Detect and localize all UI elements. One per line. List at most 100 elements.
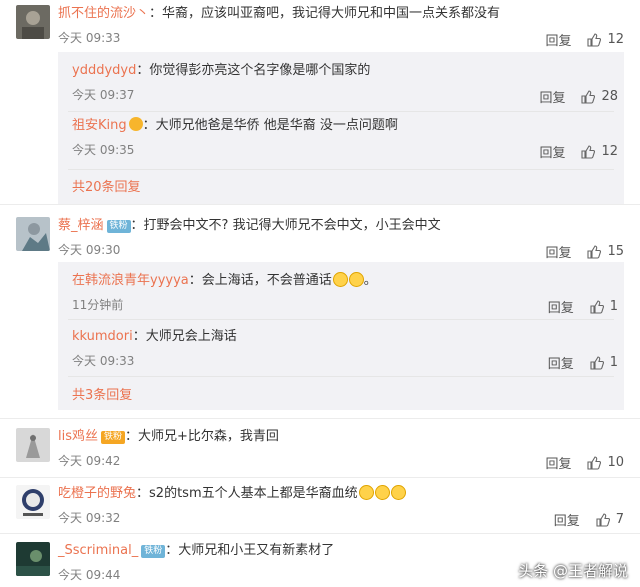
like-button[interactable]: 12 (581, 144, 618, 159)
reply-button[interactable]: 回复 (539, 142, 565, 161)
comment-text: 会上海话，不会普通话 (201, 273, 332, 288)
avatar[interactable] (16, 542, 50, 576)
comment-text: 华裔，应该叫亚裔吧，我记得大师兄和中国一点关系都没有 (162, 6, 501, 21)
separator (0, 418, 640, 419)
username[interactable]: 在韩流浪青年yyyya (72, 273, 189, 288)
like-button[interactable]: 1 (590, 355, 618, 370)
like-button[interactable]: 10 (587, 455, 624, 470)
reply-button[interactable]: 回复 (545, 30, 571, 49)
comment: 吃橙子的野兔：s2的tsm五个人基本上都是华裔血统 今天 09:32 回复 7 (0, 485, 640, 529)
username[interactable]: 祖安King (72, 118, 127, 133)
like-button[interactable]: 12 (587, 32, 624, 47)
divider (68, 319, 614, 320)
comment-text: 打野会中文不? 我记得大师兄不会中文，小王会中文 (143, 218, 441, 233)
comment-text: 你觉得彭亦亮这个名字像是哪个国家的 (149, 63, 371, 78)
avatar[interactable] (16, 217, 50, 251)
fan-badge: 铁粉 (106, 220, 131, 233)
vip-badge-icon (128, 117, 143, 131)
comment-actions: 回复 10 (545, 453, 624, 472)
comment-text: 大师兄+比尔森，我青回 (138, 429, 279, 444)
timestamp: 今天 09:44 (58, 568, 121, 582)
comment-actions: 回复 1 (548, 297, 618, 316)
reply-button[interactable]: 回复 (545, 453, 571, 472)
timestamp: 11分钟前 (72, 298, 124, 312)
username[interactable]: 蔡_梓涵 (58, 218, 104, 233)
like-count: 12 (607, 32, 624, 47)
colon: ： (136, 486, 150, 501)
comment-text: s2的tsm五个人基本上都是华裔血统 (149, 486, 358, 501)
colon: ： (188, 273, 202, 288)
colon: ： (165, 543, 179, 558)
timestamp: 今天 09:42 (58, 454, 121, 468)
like-count: 1 (609, 355, 618, 370)
thumbs-up-icon (587, 455, 602, 470)
reply-button[interactable]: 回复 (539, 87, 565, 106)
comment: 抓不住的流沙丶：华裔，应该叫亚裔吧，我记得大师兄和中国一点关系都没有 今天 09… (0, 5, 640, 210)
divider (68, 169, 614, 170)
username[interactable]: _Sscriminal_ (58, 543, 138, 558)
comment-text: 大师兄他爸是华侨 他是华裔 没一点问题啊 (155, 118, 398, 133)
reply-button[interactable]: 回复 (548, 353, 574, 372)
fan-badge: 铁粉 (141, 545, 166, 558)
comment: lis鸡丝 铁粉 ：大师兄+比尔森，我青回 今天 09:42 回复 10 (0, 428, 640, 472)
like-count: 15 (607, 244, 624, 259)
reply-box: 在韩流浪青年yyyya：会上海话，不会普通话。 11分钟前 回复 1 kkumd… (58, 262, 624, 410)
timestamp: 今天 09:32 (58, 511, 121, 525)
comment-line: 抓不住的流沙丶：华裔，应该叫亚裔吧，我记得大师兄和中国一点关系都没有 (58, 5, 500, 23)
colon: ： (132, 329, 146, 344)
emoji-icon (332, 272, 348, 287)
comment-line: 吃橙子的野兔：s2的tsm五个人基本上都是华裔血统 (58, 485, 406, 503)
more-replies-link[interactable]: 共3条回复 (72, 384, 132, 403)
timestamp: 今天 09:37 (72, 88, 135, 102)
colon: ： (130, 218, 144, 233)
reply-button[interactable]: 回复 (554, 510, 580, 529)
watermark: 头条 @王者解说 (518, 562, 628, 580)
separator (0, 477, 640, 478)
comment-line: kkumdori：大师兄会上海话 (72, 328, 237, 346)
timestamp: 今天 09:30 (58, 243, 121, 257)
comment-actions: 回复 28 (539, 87, 618, 106)
divider (68, 111, 614, 112)
punctuation: 。 (363, 273, 377, 288)
thumbs-up-icon (590, 299, 604, 314)
emoji-icon (348, 272, 364, 287)
like-button[interactable]: 15 (587, 244, 624, 259)
timestamp: 今天 09:35 (72, 143, 135, 157)
sub-comment: 在韩流浪青年yyyya：会上海话，不会普通话 。 11分钟前 回复 1 (58, 272, 624, 322)
like-count: 7 (615, 512, 624, 527)
avatar[interactable] (16, 485, 50, 519)
comment-line: lis鸡丝 铁粉 ：大师兄+比尔森，我青回 (58, 428, 279, 446)
username[interactable]: 抓不住的流沙丶 (58, 6, 149, 21)
comment-actions: 回复 12 (545, 30, 624, 49)
like-count: 1 (609, 299, 618, 314)
reply-button[interactable]: 回复 (548, 297, 574, 316)
reply-button[interactable]: 回复 (545, 242, 571, 261)
like-count: 28 (601, 89, 618, 104)
comment-line: 蔡_梓涵 铁粉 ：打野会中文不? 我记得大师兄不会中文，小王会中文 (58, 217, 441, 235)
fan-badge: 铁粉 (101, 431, 126, 444)
thumbs-up-icon (581, 144, 596, 159)
colon: ： (142, 118, 156, 133)
username[interactable]: 吃橙子的野兔 (58, 486, 136, 501)
comment-actions: 回复 15 (545, 242, 624, 261)
like-button[interactable]: 7 (596, 512, 624, 527)
comment-line: 祖安King ：大师兄他爸是华侨 他是华裔 没一点问题啊 (72, 117, 398, 135)
reply-box: ydddydyd ： 你觉得彭亦亮这个名字像是哪个国家的 今天 09:37 回复 2… (58, 52, 624, 205)
timestamp: 今天 09:33 (58, 31, 121, 45)
more-replies-link[interactable]: 共20条回复 (72, 176, 141, 195)
username[interactable]: kkumdori (72, 329, 133, 344)
username[interactable]: ydddydyd (72, 63, 136, 78)
colon: ： (125, 429, 139, 444)
thumbs-up-icon (581, 89, 596, 104)
timestamp: 今天 09:33 (72, 354, 135, 368)
like-button[interactable]: 28 (581, 89, 618, 104)
divider (68, 376, 614, 377)
colon: ： (149, 6, 163, 21)
separator (0, 204, 640, 205)
like-button[interactable]: 1 (590, 299, 618, 314)
laugh-emoji-icon (358, 485, 374, 500)
avatar[interactable] (16, 5, 50, 39)
avatar[interactable] (16, 428, 50, 462)
username[interactable]: lis鸡丝 (58, 429, 98, 444)
comment-text: 大师兄会上海话 (145, 329, 237, 344)
